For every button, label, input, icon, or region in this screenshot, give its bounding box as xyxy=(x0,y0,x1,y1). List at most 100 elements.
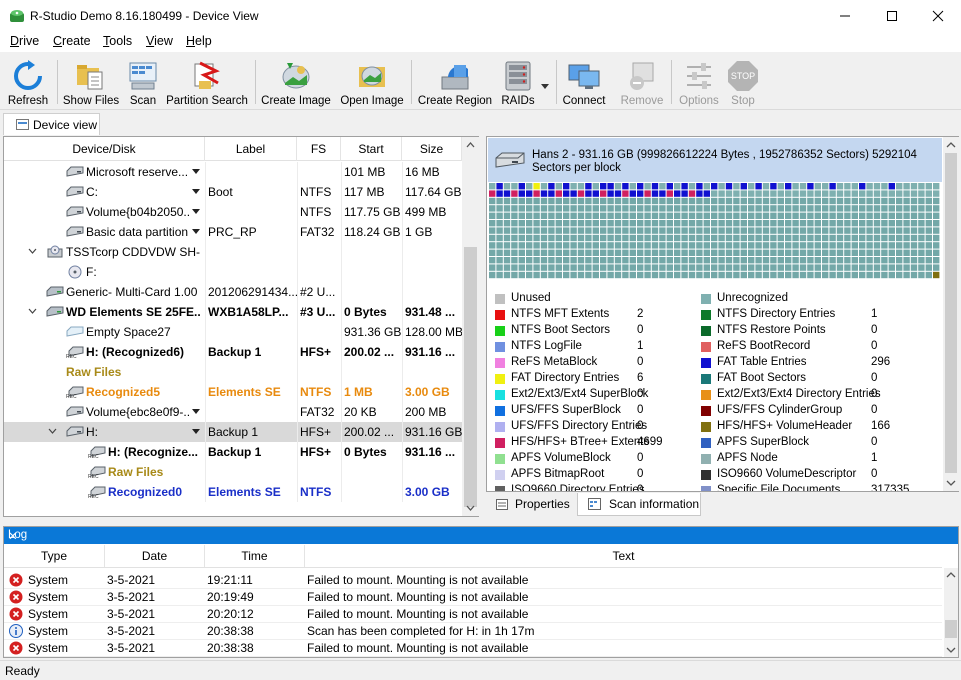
disk-block xyxy=(533,220,540,227)
log-scrollbar[interactable] xyxy=(944,568,958,657)
tree-row[interactable]: Volume{b04b2050... NTFS 117.75 GB 499 MB xyxy=(4,202,462,222)
connect-button[interactable]: Connect xyxy=(560,55,608,109)
tree-expander-icon[interactable] xyxy=(28,307,37,316)
options-button[interactable]: Options xyxy=(676,55,722,109)
col-fs[interactable]: FS xyxy=(297,137,341,161)
stop-button[interactable]: STOP Stop xyxy=(724,55,762,109)
disk-block xyxy=(814,249,821,256)
tree-expander-icon[interactable] xyxy=(48,427,57,436)
tree-row-fs: HFS+ xyxy=(300,425,332,439)
tree-row[interactable]: H: Backup 1 HFS+ 200.02 ... 931.16 GB xyxy=(4,422,462,442)
disk-block xyxy=(792,227,799,234)
tree-row[interactable]: Generic- Multi-Card 1.00 201206291434... #… xyxy=(4,282,462,302)
log-col-type[interactable]: Type xyxy=(4,545,105,567)
create-region-button[interactable]: Create Region xyxy=(415,55,495,109)
tree-row[interactable]: Microsoft reserve... 101 MB 16 MB xyxy=(4,162,462,182)
disk-block xyxy=(526,257,533,264)
disk-block xyxy=(910,234,918,242)
log-close-button[interactable]: ✕ xyxy=(8,529,954,543)
show-files-button[interactable]: Show Files xyxy=(61,55,121,109)
menu-tools[interactable]: Tools xyxy=(103,34,132,48)
disk-block xyxy=(910,197,918,205)
col-device-disk[interactable]: Device/Disk xyxy=(4,137,205,161)
menu-view[interactable]: View xyxy=(146,34,173,48)
tree-row[interactable]: Raw Files xyxy=(4,362,462,382)
disk-block xyxy=(489,220,496,227)
raids-dropdown-button[interactable] xyxy=(540,55,550,109)
tree-row[interactable]: REC H: (Recognized6) Backup 1 HFS+ 200.02 ..… xyxy=(4,342,462,362)
tree-row[interactable]: Empty Space27 931.36 GB 128.00 MB xyxy=(4,322,462,342)
scan-info-scroll-thumb[interactable] xyxy=(945,153,957,473)
disk-block xyxy=(644,183,651,190)
log-row[interactable]: System 3-5-2021 19:21:11 Failed to mount. M… xyxy=(4,572,942,589)
disk-block xyxy=(888,264,895,271)
log-row[interactable]: System 3-5-2021 20:19:49 Failed to mount. M… xyxy=(4,589,942,606)
disk-block xyxy=(910,249,918,256)
disk-block xyxy=(540,257,548,264)
disk-block xyxy=(910,212,918,219)
tab-properties[interactable]: Properties xyxy=(486,493,576,516)
row-dropdown-icon[interactable] xyxy=(192,229,200,234)
log-col-time[interactable]: Time xyxy=(205,545,305,567)
log-row[interactable]: System 3-5-2021 20:20:12 Failed to mount. M… xyxy=(4,606,942,623)
col-size[interactable]: Size xyxy=(402,137,462,161)
close-button[interactable] xyxy=(915,0,961,32)
log-scroll-thumb[interactable] xyxy=(945,620,957,638)
disk-block xyxy=(518,205,525,212)
col-start[interactable]: Start xyxy=(341,137,402,161)
disk-block xyxy=(933,220,940,227)
create-image-button[interactable]: Create Image xyxy=(259,55,333,109)
refresh-button[interactable]: Refresh xyxy=(3,55,53,109)
tree-row-name: Microsoft reserve... xyxy=(86,165,189,179)
log-col-text[interactable]: Text xyxy=(305,545,942,567)
disk-block xyxy=(711,183,718,190)
toolbar-separator xyxy=(57,60,58,104)
col-label[interactable]: Label xyxy=(205,137,297,161)
row-dropdown-icon[interactable] xyxy=(192,429,200,434)
row-dropdown-icon[interactable] xyxy=(192,409,200,414)
log-row[interactable]: System 3-5-2021 20:38:38 Scan has been comp… xyxy=(4,623,942,640)
disk-block xyxy=(925,257,932,264)
tree-row[interactable]: TSSTcorp CDDVDW SH-... xyxy=(4,242,462,262)
disk-block xyxy=(777,197,784,205)
tab-scan-information[interactable]: Scan information xyxy=(577,493,701,516)
menu-drive[interactable]: Drive xyxy=(10,34,39,48)
tree-row[interactable]: REC Raw Files xyxy=(4,462,462,482)
disk-block xyxy=(896,249,903,256)
tree-row[interactable]: REC Recognized5 Elements SE NTFS 1 MB 3.00 GB xyxy=(4,382,462,402)
disk-block xyxy=(622,220,629,227)
tree-row[interactable]: C: Boot NTFS 117 MB 117.64 GB xyxy=(4,182,462,202)
partition-search-button[interactable]: Partition Search xyxy=(165,55,249,109)
disk-block xyxy=(755,264,762,271)
disk-block xyxy=(703,205,710,212)
maximize-button[interactable] xyxy=(869,0,915,32)
disk-block xyxy=(674,242,681,249)
tree-row[interactable]: Volume{ebc8e0f9-... FAT32 20 KB 200 MB xyxy=(4,402,462,422)
tree-row[interactable]: WD Elements SE 25FE... WXB1A58LP... #3 U..… xyxy=(4,302,462,322)
raids-button[interactable]: RAIDs xyxy=(497,55,539,109)
tab-device-view[interactable]: Device view xyxy=(3,113,100,135)
scan-info-scrollbar[interactable] xyxy=(943,137,959,491)
row-dropdown-icon[interactable] xyxy=(192,189,200,194)
tree-row[interactable]: REC Recognized0 Elements SE NTFS 3.00 GB xyxy=(4,482,462,502)
tree-scroll-thumb[interactable] xyxy=(464,247,477,507)
tree-row[interactable]: F: xyxy=(4,262,462,282)
row-dropdown-icon[interactable] xyxy=(192,209,200,214)
tree-scrollbar[interactable] xyxy=(462,137,479,516)
remove-button[interactable]: Remove xyxy=(616,55,668,109)
tree-row[interactable]: Basic data partition PRC_RP FAT32 118.24 GB… xyxy=(4,222,462,242)
log-row[interactable]: System 3-5-2021 20:38:38 Failed to mount. M… xyxy=(4,640,942,657)
disk-block xyxy=(666,205,673,212)
open-image-button[interactable]: Open Image xyxy=(337,55,407,109)
tree-expander-icon[interactable] xyxy=(28,247,37,256)
legend-name: APFS Node xyxy=(717,452,778,464)
log-date: 3-5-2021 xyxy=(107,590,156,604)
scan-button[interactable]: Scan xyxy=(123,55,163,109)
disk-block xyxy=(822,264,829,271)
menu-create[interactable]: Create xyxy=(53,34,91,48)
menu-help[interactable]: Help xyxy=(186,34,212,48)
tree-row[interactable]: REC H: (Recognize... Backup 1 HFS+ 0 Bytes 93… xyxy=(4,442,462,462)
minimize-button[interactable] xyxy=(822,0,868,32)
row-dropdown-icon[interactable] xyxy=(192,169,200,174)
log-col-date[interactable]: Date xyxy=(105,545,205,567)
